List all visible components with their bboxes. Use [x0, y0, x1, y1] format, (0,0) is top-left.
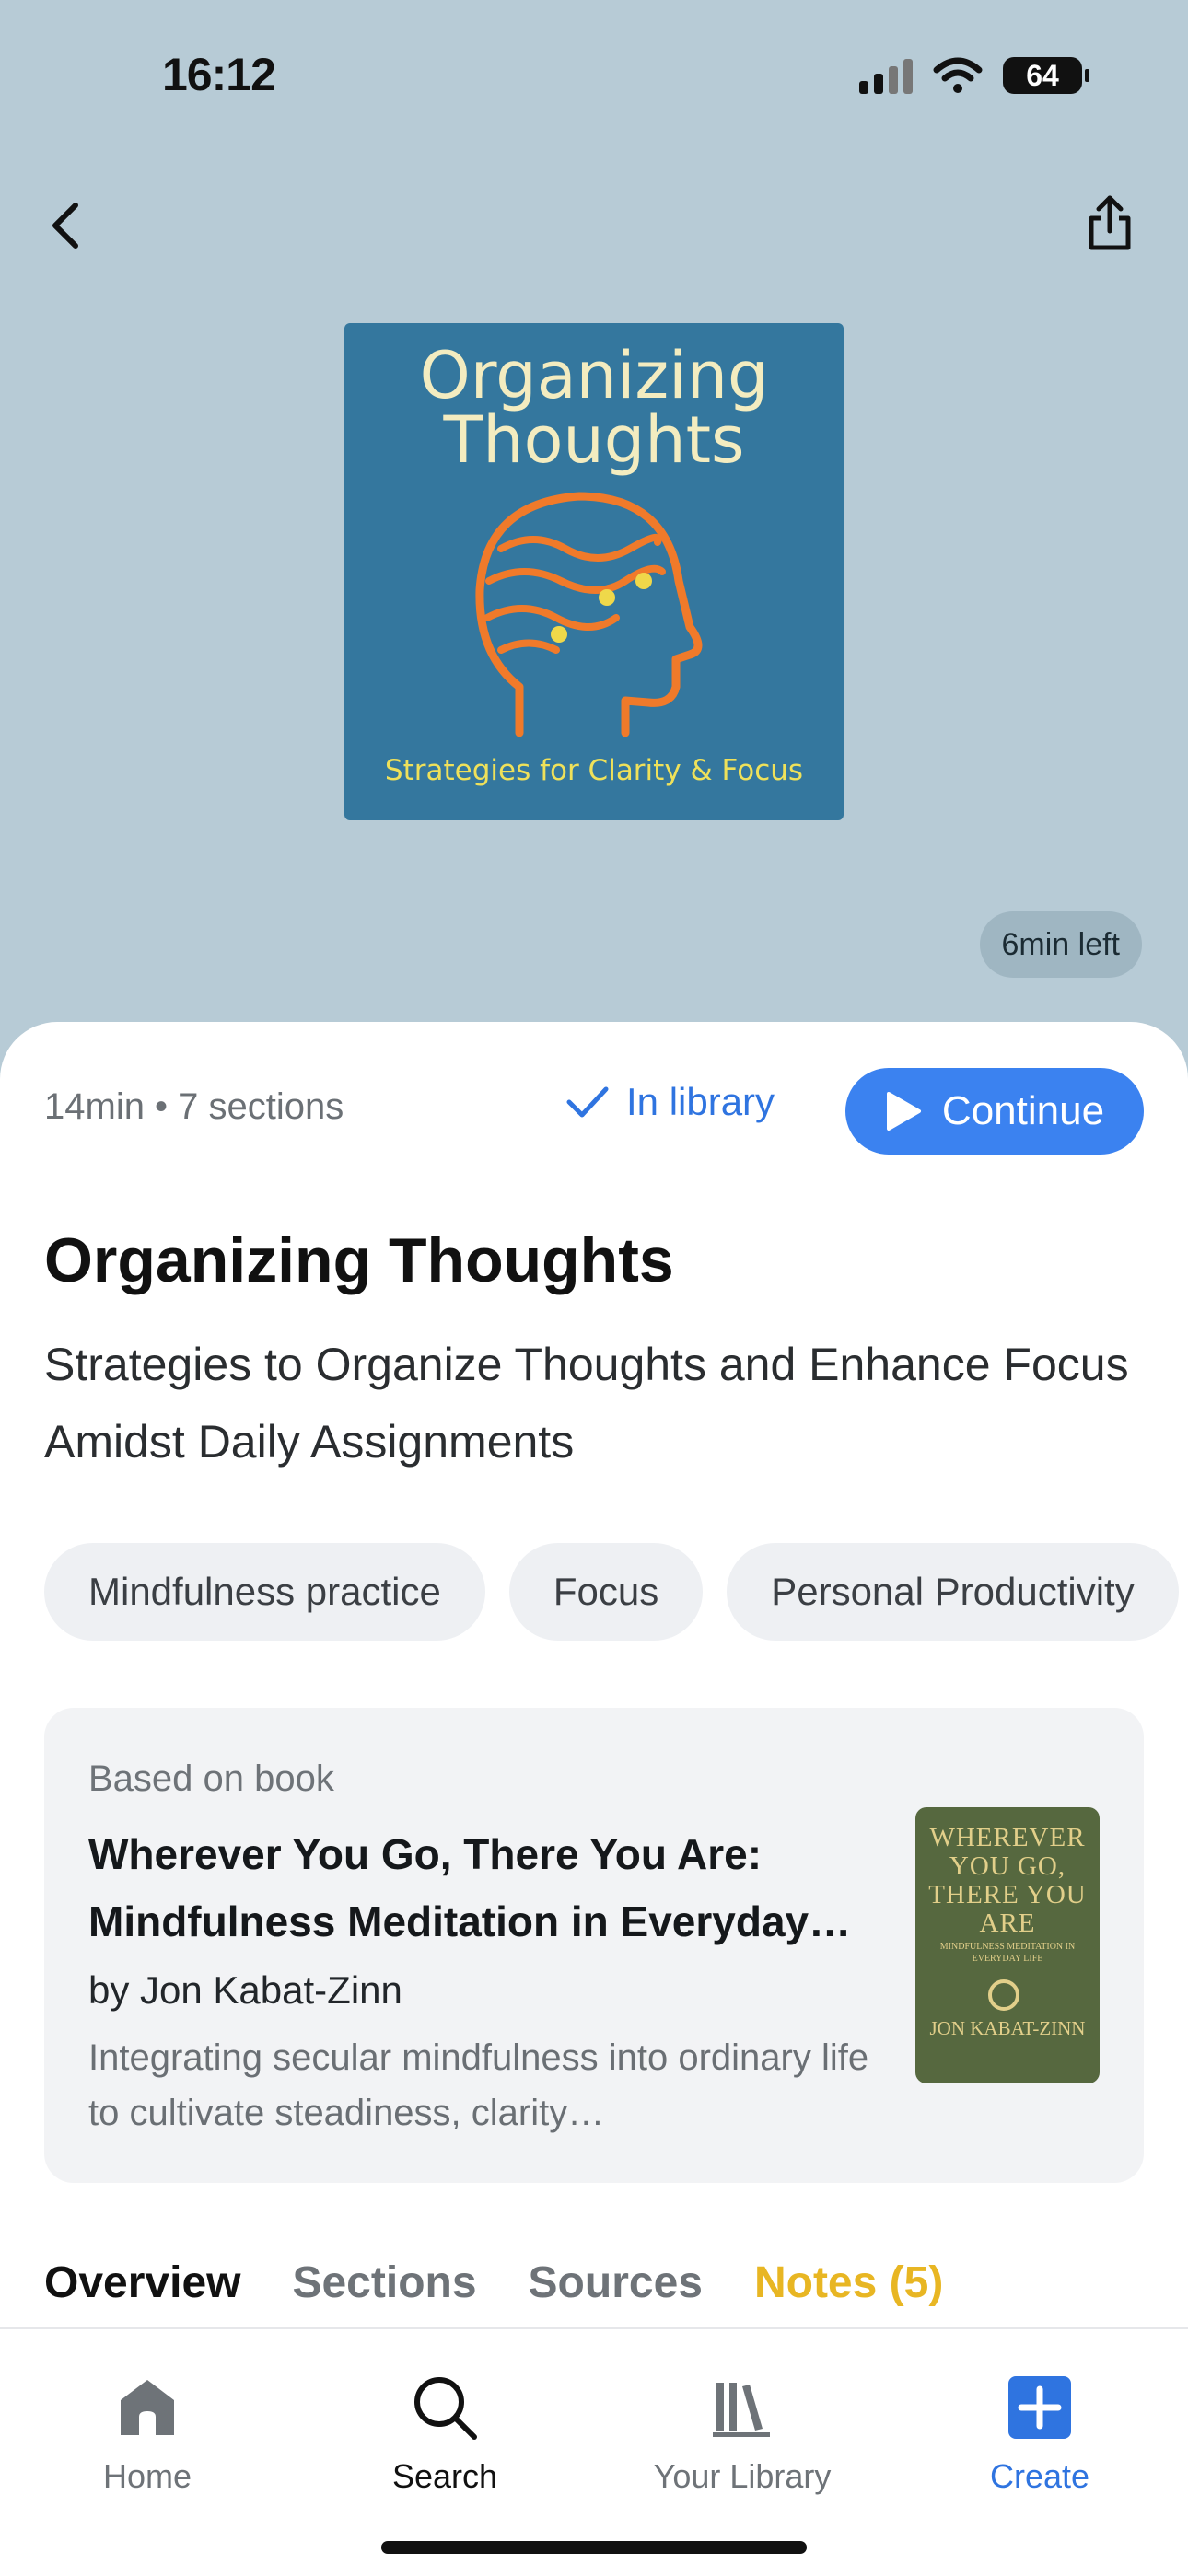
nav-home[interactable]: Home — [46, 2371, 249, 2496]
nav-create[interactable]: Create — [938, 2371, 1141, 2496]
content-tabs: Overview Sections Sources Notes (5) — [44, 2257, 943, 2308]
book-card-label: Based on book — [88, 1758, 334, 1799]
page-subtitle: Strategies to Organize Thoughts and Enha… — [44, 1339, 1129, 1468]
nav-search[interactable]: Search — [344, 2371, 546, 2496]
tag-chip[interactable]: Mindfulness practice — [44, 1543, 485, 1641]
wifi-icon — [933, 57, 983, 93]
in-library-label: In library — [626, 1080, 775, 1123]
battery-icon: 64 — [1003, 57, 1089, 94]
back-button[interactable] — [28, 189, 101, 262]
head-profile-icon — [475, 492, 703, 737]
tag-list: Mindfulness practice Focus Personal Prod… — [44, 1543, 1179, 1641]
book-description: Integrating secular mindfulness into ord… — [88, 2037, 869, 2133]
in-library-button[interactable]: In library — [565, 1080, 775, 1124]
tag-chip[interactable]: Focus — [508, 1543, 704, 1641]
book-author: by Jon Kabat-Zinn — [88, 1968, 402, 2012]
book-cover-author: JON KABAT-ZINN — [929, 2017, 1086, 2039]
nav-home-label: Home — [102, 2457, 192, 2495]
cover-subtitle: Strategies for Clarity & Focus — [384, 754, 804, 787]
tab-overview[interactable]: Overview — [44, 2257, 240, 2308]
book-cover-subtitle: MINDFULNESS MEDITATION IN EVERYDAY LIFE — [939, 1942, 1076, 1964]
play-icon — [886, 1092, 921, 1131]
home-indicator — [381, 2541, 807, 2554]
book-cover: WHEREVER YOU GO, THERE YOU ARE MINDFULNE… — [915, 1807, 1100, 2083]
duration-sections: 14min • 7 sections — [44, 1086, 344, 1127]
continue-button[interactable]: Continue — [845, 1068, 1144, 1155]
continue-label: Continue — [941, 1088, 1105, 1133]
library-icon — [713, 2383, 770, 2437]
home-icon — [121, 2380, 174, 2435]
tag-chip[interactable]: Personal Productivity — [727, 1543, 1179, 1641]
chevron-left-icon — [52, 203, 78, 249]
nav-library-label: Your Library — [653, 2457, 832, 2495]
nav-your-library[interactable]: Your Library — [641, 2371, 844, 2496]
tab-sources[interactable]: Sources — [529, 2257, 703, 2308]
tab-notes[interactable]: Notes (5) — [754, 2257, 943, 2308]
time-left-badge: 6min left — [979, 911, 1142, 978]
book-cover-title: WHEREVER YOU GO, THERE YOU ARE — [928, 1823, 1087, 1938]
nav-create-label: Create — [989, 2457, 1090, 2495]
episode-cover: Organizing Thoughts Strategies for Clari… — [344, 323, 844, 820]
checkmark-icon — [566, 1086, 609, 1118]
share-icon — [1089, 195, 1131, 250]
status-time: 16:12 — [162, 49, 276, 100]
page-title: Organizing Thoughts — [44, 1225, 674, 1295]
tab-sections[interactable]: Sections — [292, 2257, 476, 2308]
book-title: Wherever You Go, There You Are: Mindfuln… — [88, 1830, 852, 1945]
search-icon — [414, 2377, 477, 2440]
share-button[interactable] — [1068, 182, 1151, 265]
ring-icon — [988, 1979, 1019, 2011]
status-icons: 64 — [859, 57, 1089, 94]
plus-icon — [1008, 2376, 1071, 2439]
nav-search-label: Search — [391, 2457, 498, 2495]
cover-title: Organizing Thoughts — [419, 338, 769, 478]
cellular-signal-icon — [859, 57, 913, 94]
